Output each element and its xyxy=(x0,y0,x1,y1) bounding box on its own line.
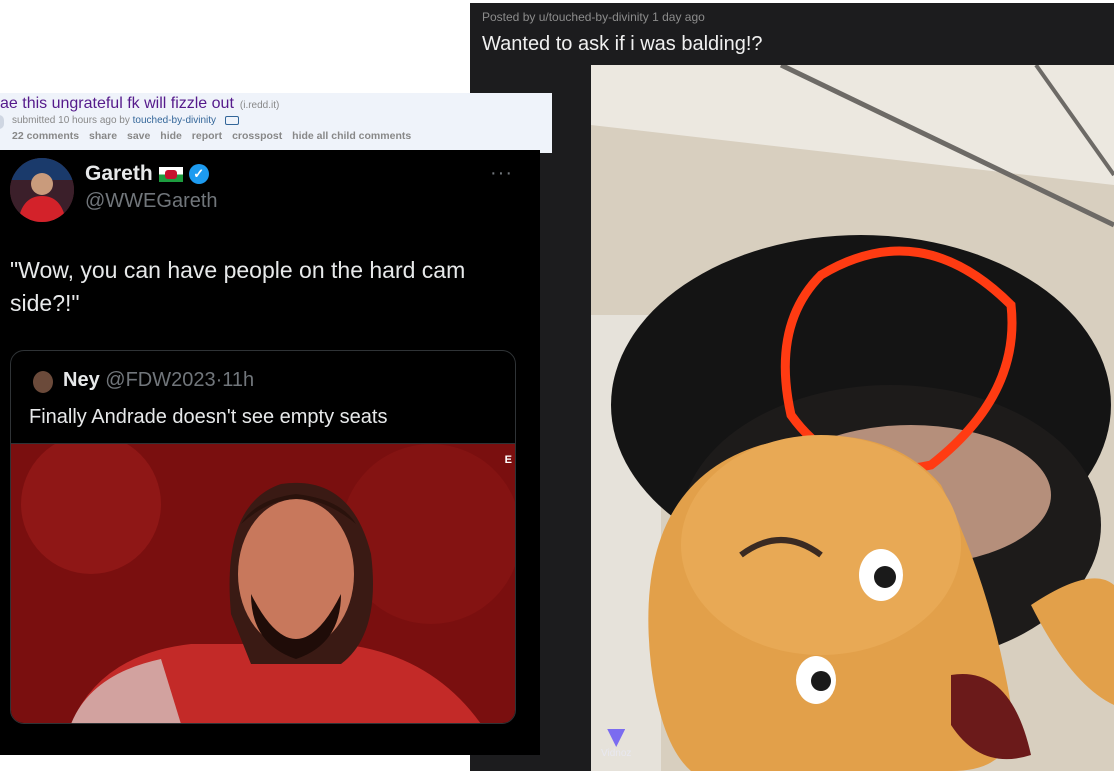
handle[interactable]: @WWEGareth xyxy=(85,190,218,213)
old-reddit-post: ae this ungrateful fk will fizzle out (i.… xyxy=(0,93,552,153)
post-title-row: ae this ungrateful fk will fizzle out (i.… xyxy=(0,95,279,113)
post-meta: Posted by u/touched-by-divinity 1 day ag… xyxy=(482,10,705,24)
display-name-row: Gareth ✓ xyxy=(85,162,209,186)
tweet-text: "Wow, you can have people on the hard ca… xyxy=(10,257,466,316)
post-domain[interactable]: (i.redd.it) xyxy=(240,100,279,111)
thumbnail-icon[interactable] xyxy=(0,115,4,129)
comments-link[interactable]: 22 comments xyxy=(12,130,79,142)
hide-child-comments-link[interactable]: hide all child comments xyxy=(292,130,411,142)
dark-reddit-post: Posted by u/touched-by-divinity 1 day ag… xyxy=(470,3,1114,771)
quote-time: 11h xyxy=(222,369,255,391)
quote-text: Finally Andrade doesn't see empty seats xyxy=(29,406,388,428)
quoted-tweet[interactable]: Ney @FDW2023·11h Finally Andrade doesn't… xyxy=(10,350,516,724)
quote-handle: @FDW2023 xyxy=(105,369,216,391)
avatar[interactable] xyxy=(10,158,74,222)
author-link[interactable]: touched-by-divinity xyxy=(133,115,216,126)
vidnoz-logo-icon xyxy=(607,729,626,747)
post-action-links: 22 comments share save hide report cross… xyxy=(12,130,418,142)
quote-header: Ney @FDW2023·11h xyxy=(63,369,254,392)
crosspost-link[interactable]: crosspost xyxy=(232,130,282,142)
report-link[interactable]: report xyxy=(192,130,222,142)
wrestler-photo xyxy=(11,444,515,723)
media-badge: E xyxy=(504,454,512,466)
selfie-photo xyxy=(591,65,1114,771)
post-image[interactable]: Vidnoz xyxy=(591,65,1114,771)
display-name[interactable]: Gareth xyxy=(85,162,153,185)
verified-badge-icon: ✓ xyxy=(188,164,209,185)
post-title-link[interactable]: ae this ungrateful fk will fizzle out xyxy=(0,95,234,112)
quote-name: Ney xyxy=(63,369,100,391)
tweet-card: Gareth ✓ @WWEGareth ··· "Wow, you can hav… xyxy=(0,150,540,755)
tag-icon xyxy=(224,115,239,125)
more-options-icon[interactable]: ··· xyxy=(490,162,513,185)
share-link[interactable]: share xyxy=(89,130,117,142)
watermark: Vidnoz xyxy=(601,729,631,759)
wales-flag-icon xyxy=(158,166,183,182)
quote-avatar xyxy=(33,371,53,393)
save-link[interactable]: save xyxy=(127,130,150,142)
post-title[interactable]: Wanted to ask if i was balding!? xyxy=(482,33,763,56)
submitted-line: submitted 10 hours ago by touched-by-div… xyxy=(12,115,239,126)
quote-media[interactable]: E xyxy=(11,443,515,723)
watermark-text: Vidnoz xyxy=(601,748,632,759)
submitted-text: submitted 10 hours ago by xyxy=(12,115,130,126)
hide-link[interactable]: hide xyxy=(160,130,182,142)
